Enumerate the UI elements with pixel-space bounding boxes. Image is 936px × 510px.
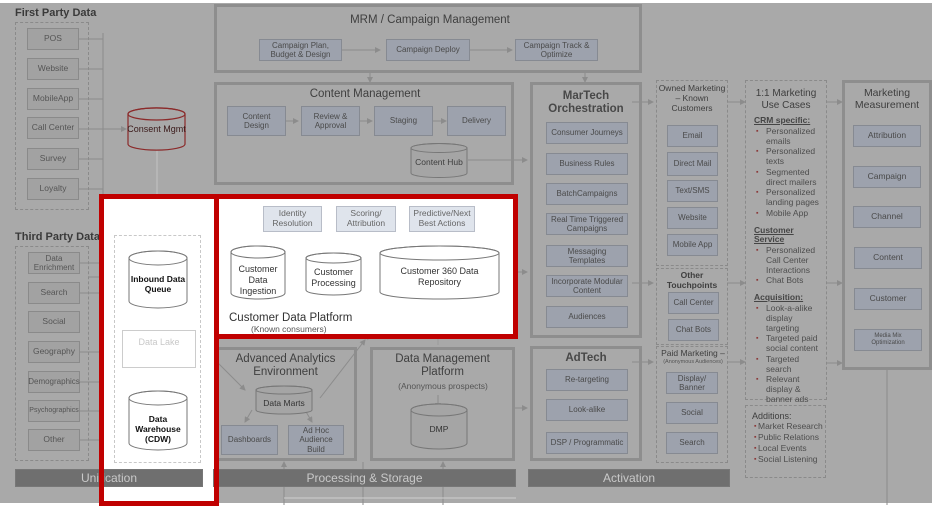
addition-item: Social Listening [752, 454, 826, 465]
use-case-item: Personalized texts [754, 147, 826, 167]
source-data-enrichment: Data Enrichment [28, 252, 80, 274]
channel-text-sms: Text/SMS [667, 180, 718, 202]
use-case-item: Look-a-alike display targeting [754, 303, 826, 333]
dmp-cylinder: DMP [410, 403, 468, 450]
use-case-item: Mobile App [754, 208, 826, 219]
measurement-customer: Customer [854, 288, 922, 310]
architecture-diagram: First Party Data POS Website MobileApp C… [0, 0, 936, 510]
channel-call-center: Call Center [668, 292, 719, 314]
processing-storage-bar: Processing & Storage [213, 469, 516, 487]
content-hub-cylinder: Content Hub [410, 143, 468, 178]
use-case-item: Personalized emails [754, 126, 826, 147]
source-other: Other [28, 429, 80, 451]
martech-audiences: Audiences [546, 306, 628, 328]
measurement-title: Marketing Measurement [854, 87, 920, 112]
use-case-item: Targeted search [754, 354, 826, 375]
owned-marketing-title: Owned Marketing – Known Customers [658, 83, 726, 113]
addition-item: Market Research [752, 422, 826, 432]
activation-bar: Activation [528, 469, 730, 487]
consent-mgmt-label: Consent Mgmt [127, 124, 186, 134]
content-step-delivery: Delivery [447, 106, 506, 136]
martech-consumer-journeys: Consumer Journeys [546, 122, 628, 144]
martech-real-time-triggered: Real Time Triggered Campaigns [546, 213, 628, 235]
measurement-media-mix: Media Mix Optimization [854, 329, 922, 351]
cdp-highlight [214, 194, 518, 339]
mrm-step-track: Campaign Track & Optimize [515, 39, 598, 61]
use-case-item: Targeted paid social content [754, 334, 826, 354]
use-case-item: Personalized Call Center Interactions [754, 245, 826, 275]
ad-hoc-audience-build: Ad Hoc Audience Build [288, 425, 344, 455]
martech-panel [530, 82, 642, 338]
use-case-heading-crm: CRM specific: [754, 115, 811, 125]
content-mgmt-title: Content Management [309, 88, 421, 100]
first-party-title: First Party Data [15, 7, 97, 19]
paid-marketing-subtitle: (Anonymous Audiences) [663, 359, 723, 365]
mrm-step-deploy: Campaign Deploy [386, 39, 470, 61]
third-party-title: Third Party Data [15, 231, 100, 243]
source-loyalty: Loyalty [27, 178, 79, 200]
channel-direct-mail: Direct Mail [667, 152, 718, 176]
content-hub-label: Content Hub [415, 157, 463, 167]
martech-title: MarTech Orchestration [548, 90, 624, 116]
martech-batch-campaigns: BatchCampaigns [546, 183, 628, 205]
mrm-step-plan: Campaign Plan, Budget & Design [259, 39, 342, 61]
martech-modular-content: Incorporate Modular Content [546, 275, 628, 297]
additions-list: Additions: Market Research Public Relati… [752, 411, 826, 464]
adtech-title: AdTech [565, 352, 607, 364]
use-case-item: Personalized landing pages [754, 188, 826, 208]
channel-social: Social [666, 402, 718, 424]
paid-marketing-title: Paid Marketing – [661, 348, 725, 358]
use-case-item: Segmented direct mailers [754, 167, 826, 188]
content-step-design: Content Design [227, 106, 286, 136]
source-survey: Survey [27, 148, 79, 170]
adtech-look-alike: Look-alike [546, 399, 628, 421]
use-case-heading-acquisition: Acquisition: [754, 292, 804, 303]
martech-business-rules: Business Rules [546, 153, 628, 175]
use-case-item: Chat Bots [754, 276, 826, 286]
additions-title: Additions: [752, 411, 792, 421]
channel-email: Email [667, 125, 718, 147]
use-case-item: Relevant display & banner ads [754, 374, 826, 404]
adtech-dsp-programmatic: DSP / Programmatic [546, 432, 628, 454]
source-demographics: Demographics [28, 371, 80, 393]
analytics-title: Advanced Analytics Environment [235, 353, 336, 379]
use-case-heading-service: Customer Service [754, 224, 794, 245]
dmp-label: DMP [429, 424, 449, 434]
channel-mobile-app: Mobile App [667, 234, 718, 256]
dmp-subtitle: (Anonymous prospects) [398, 381, 488, 391]
source-mobile-app: MobileApp [27, 88, 79, 110]
consent-mgmt-cylinder: Consent Mgmt [127, 107, 186, 151]
content-step-review: Review & Approval [301, 106, 360, 136]
source-pos: POS [27, 28, 79, 50]
channel-search: Search [666, 432, 718, 454]
other-touchpoints-title: Other Touchpoints [666, 270, 718, 290]
source-psychographics: Psychographics [28, 400, 80, 422]
measurement-attribution: Attribution [853, 125, 921, 147]
measurement-content: Content [854, 247, 922, 269]
data-marts-cylinder: Data Marts [255, 385, 313, 415]
source-search: Search [28, 282, 80, 304]
mrm-title: MRM / Campaign Management [350, 14, 510, 26]
source-social: Social [28, 311, 80, 333]
adtech-retargeting: Re-targeting [546, 369, 628, 391]
channel-website: Website [667, 207, 718, 229]
use-cases-title: 1:1 Marketing Use Cases [755, 88, 817, 111]
source-geography: Geography [28, 341, 80, 363]
channel-display-banner: Display/ Banner [666, 372, 718, 394]
unification-highlight [99, 194, 219, 506]
martech-messaging-templates: Messaging Templates [546, 245, 628, 267]
use-cases-list: CRM specific: Personalized emails Person… [754, 115, 826, 405]
addition-item: Public Relations [752, 432, 826, 443]
source-website: Website [27, 58, 79, 80]
dashboards: Dashboards [221, 425, 278, 455]
channel-chat-bots: Chat Bots [668, 319, 719, 341]
addition-item: Local Events [752, 443, 826, 454]
content-step-staging: Staging [374, 106, 433, 136]
measurement-channel: Channel [853, 206, 921, 228]
measurement-campaign: Campaign [853, 166, 921, 188]
source-call-center: Call Center [27, 117, 79, 139]
dmp-title: Data Management Platform [395, 353, 490, 379]
data-marts-label: Data Marts [263, 398, 305, 408]
